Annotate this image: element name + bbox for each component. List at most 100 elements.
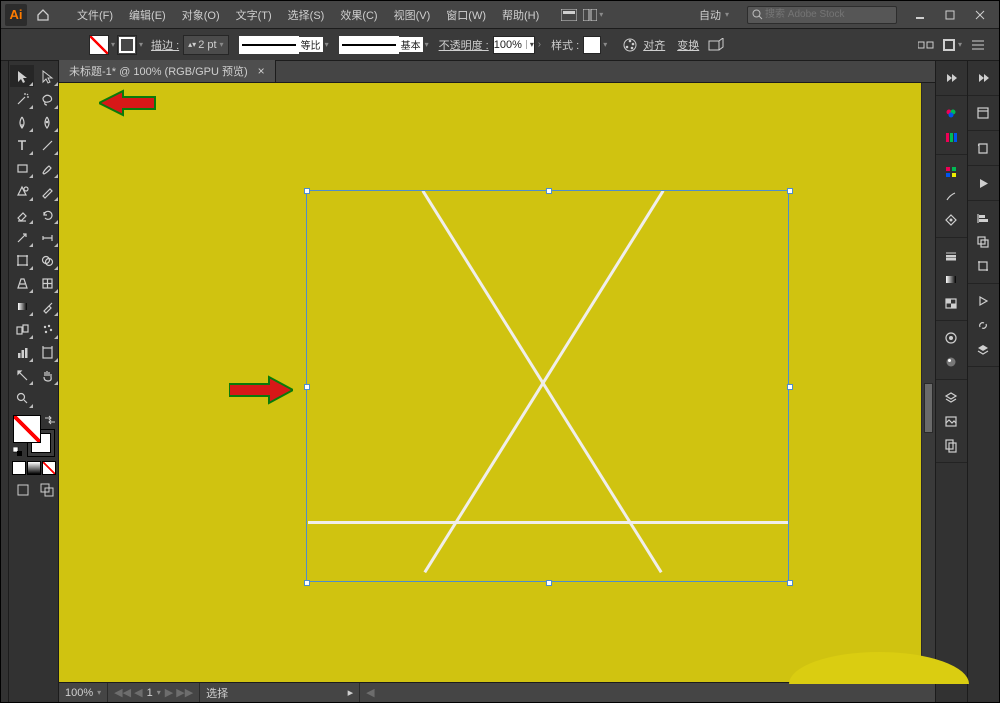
search-box[interactable] — [747, 6, 897, 24]
tool-perspective[interactable] — [10, 272, 34, 294]
panel-swatches-icon[interactable] — [941, 161, 963, 183]
fill-color-box[interactable] — [13, 415, 41, 443]
edit-contents-icon[interactable]: ▾ — [942, 35, 962, 55]
menu-object[interactable]: 对象(O) — [174, 3, 228, 27]
selection-handle[interactable] — [787, 188, 793, 194]
panel-asset-icon[interactable] — [941, 410, 963, 432]
align-link[interactable]: 对齐 — [643, 37, 665, 53]
tool-shape-builder[interactable] — [35, 249, 59, 271]
panel-layers2-icon[interactable] — [973, 338, 995, 360]
draw-behind-icon[interactable] — [36, 479, 59, 501]
isolate-icon[interactable] — [706, 35, 726, 55]
panel-actions-icon[interactable] — [973, 290, 995, 312]
tool-mesh[interactable] — [35, 272, 59, 294]
tool-eraser[interactable] — [10, 203, 34, 225]
tab-close-icon[interactable]: × — [258, 64, 265, 78]
panel-layers-icon[interactable] — [941, 386, 963, 408]
minimize-button[interactable] — [905, 6, 935, 24]
vertical-scrollbar[interactable] — [921, 83, 935, 682]
menu-effect[interactable]: 效果(C) — [332, 3, 385, 27]
opacity-label[interactable]: 不透明度 : — [439, 37, 489, 53]
tool-free-transform[interactable] — [10, 249, 34, 271]
canvas[interactable] — [59, 83, 935, 682]
tool-zoom[interactable] — [10, 387, 34, 409]
tool-lasso[interactable] — [35, 88, 59, 110]
home-icon[interactable] — [31, 3, 55, 27]
recolor-icon[interactable] — [620, 35, 640, 55]
dock-collapse-icon[interactable] — [973, 67, 995, 89]
tool-hand[interactable] — [35, 364, 59, 386]
panel-properties-icon[interactable] — [973, 102, 995, 124]
panel-appearance-icon[interactable] — [941, 327, 963, 349]
tool-width[interactable] — [35, 226, 59, 248]
menu-type[interactable]: 文字(T) — [228, 3, 280, 27]
arrange-docs-icon[interactable]: ▾ — [581, 3, 605, 27]
panel-pathfinder-icon[interactable] — [973, 231, 995, 253]
close-button[interactable] — [965, 6, 995, 24]
fill-stroke-indicator[interactable] — [13, 415, 55, 457]
transform-link[interactable]: 变换 — [677, 37, 699, 53]
panel-graphic-styles-icon[interactable] — [941, 351, 963, 373]
panel-transform-icon[interactable] — [973, 255, 995, 277]
tool-pencil[interactable] — [35, 180, 59, 202]
menu-window[interactable]: 窗口(W) — [438, 3, 494, 27]
graphic-style-swatch[interactable] — [583, 36, 601, 54]
select-similar-icon[interactable] — [916, 35, 936, 55]
opacity-field[interactable]: 100%▾ — [493, 36, 535, 54]
stroke-profile-uniform[interactable]: 等比 ▾ — [239, 36, 329, 54]
panel-symbols-icon[interactable] — [941, 209, 963, 231]
selection-handle[interactable] — [546, 580, 552, 586]
selection-handle[interactable] — [787, 580, 793, 586]
dock-collapse-icon[interactable] — [941, 67, 963, 89]
tool-rectangle[interactable] — [10, 157, 34, 179]
selection-handle[interactable] — [304, 384, 310, 390]
color-mode-swatch[interactable] — [12, 461, 26, 475]
artboard-nav[interactable]: ◀◀ ◀ 1 ▾ ▶ ▶▶ — [108, 683, 200, 702]
brush-definition[interactable]: 基本 ▾ — [339, 36, 429, 54]
tool-scale[interactable] — [10, 226, 34, 248]
panel-stroke-icon[interactable] — [941, 244, 963, 266]
tool-selection[interactable] — [10, 65, 34, 87]
stroke-label[interactable]: 描边 : — [151, 37, 179, 53]
tool-pen[interactable] — [10, 111, 34, 133]
selection-handle[interactable] — [304, 580, 310, 586]
tool-curvature[interactable] — [35, 111, 59, 133]
fill-swatch-none[interactable] — [89, 35, 109, 55]
panel-transparency-icon[interactable] — [941, 292, 963, 314]
panel-artboards-icon[interactable] — [941, 434, 963, 456]
selection-bounding-box[interactable] — [306, 190, 789, 582]
menu-view[interactable]: 视图(V) — [386, 3, 439, 27]
search-input[interactable] — [763, 8, 899, 21]
panel-play-icon[interactable] — [973, 172, 995, 194]
menu-edit[interactable]: 编辑(E) — [121, 3, 174, 27]
gradient-mode-swatch[interactable] — [27, 461, 41, 475]
tool-magic-wand[interactable] — [10, 88, 34, 110]
fill-stroke-swatches[interactable]: ▾ ▾ — [89, 35, 145, 55]
zoom-level[interactable]: 100%▾ — [59, 683, 108, 702]
menu-select[interactable]: 选择(S) — [280, 3, 333, 27]
panel-color-icon[interactable] — [941, 102, 963, 124]
tool-rotate[interactable] — [35, 203, 59, 225]
panel-align-icon[interactable] — [973, 207, 995, 229]
tool-direct-selection[interactable] — [35, 65, 59, 87]
maximize-button[interactable] — [935, 6, 965, 24]
menu-help[interactable]: 帮助(H) — [494, 3, 547, 27]
horizontal-scrollbar[interactable]: ◀ — [360, 683, 935, 702]
selection-handle[interactable] — [304, 188, 310, 194]
selection-handle[interactable] — [787, 384, 793, 390]
tool-slice[interactable] — [10, 364, 34, 386]
swap-fill-stroke-icon[interactable] — [45, 415, 55, 425]
panel-libraries-icon[interactable] — [973, 137, 995, 159]
panel-color-guide-icon[interactable] — [941, 126, 963, 148]
document-tab[interactable]: 未标题-1* @ 100% (RGB/GPU 预览) × — [59, 60, 276, 82]
tool-line[interactable] — [35, 134, 59, 156]
tool-gradient[interactable] — [10, 295, 34, 317]
tool-eyedropper[interactable] — [35, 295, 59, 317]
tool-shaper[interactable] — [10, 180, 34, 202]
workspace-switcher[interactable]: 自动▾ — [693, 5, 739, 25]
stroke-swatch[interactable] — [117, 35, 137, 55]
default-fill-stroke-icon[interactable] — [13, 447, 23, 457]
stroke-weight-dropdown[interactable]: ▴▾ 2 pt ▾ — [183, 35, 228, 55]
bridge-icon[interactable] — [557, 3, 581, 27]
tool-artboard[interactable] — [35, 341, 59, 363]
